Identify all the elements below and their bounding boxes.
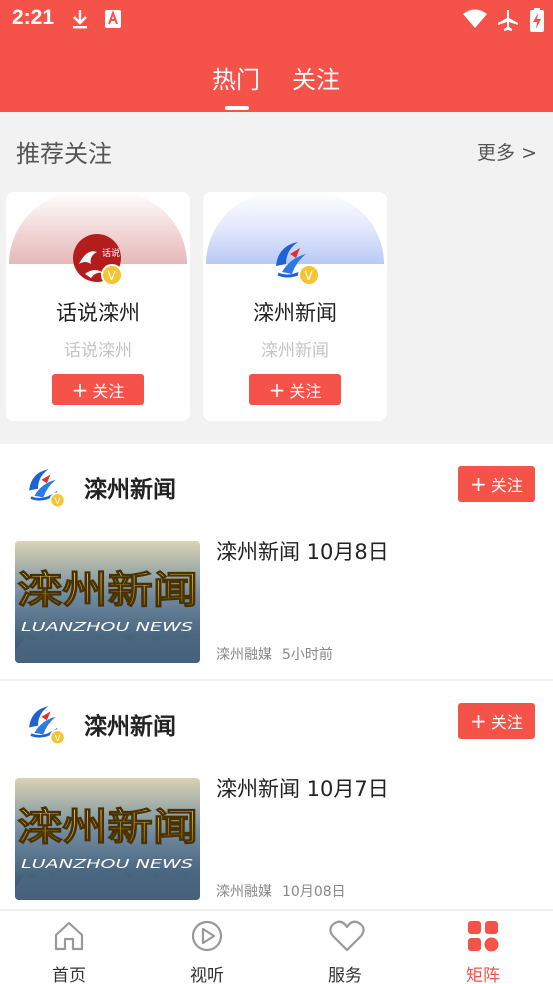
- airplane-icon: [498, 10, 518, 31]
- news-meta: 滦州融媒 5小时前: [216, 644, 333, 664]
- home-icon: [54, 921, 84, 951]
- svg-text:V: V: [108, 269, 117, 283]
- bottom-nav: 首页 视听 服务 矩阵: [0, 910, 553, 984]
- thumbnail-title: 滦州新闻: [17, 805, 198, 849]
- status-bar: 2:21: [0, 0, 553, 38]
- tab-hot[interactable]: 热门: [212, 60, 260, 95]
- svg-text:V: V: [305, 269, 314, 283]
- publish-time: 10月08日: [282, 884, 346, 900]
- recommend-title: 推荐关注: [16, 140, 112, 168]
- publisher-name: 滦州融媒: [216, 647, 272, 663]
- thumbnail-title: 滦州新闻: [17, 568, 198, 612]
- news-thumbnail[interactable]: 滦州新闻 LUANZHOU NEWS: [15, 778, 200, 900]
- logo-text: 话说: [102, 247, 120, 259]
- source-avatar-icon[interactable]: V: [22, 699, 70, 747]
- thumbnail-subtitle: LUANZHOU NEWS: [21, 620, 194, 634]
- news-title[interactable]: 滦州新闻 10月7日: [216, 773, 389, 803]
- status-time: 2:21: [12, 6, 55, 29]
- recommend-card[interactable]: V 滦州新闻 滦州新闻 + 关注: [203, 192, 387, 421]
- header-tabs: 热门 关注: [0, 56, 553, 112]
- recommend-card[interactable]: 话说 V 话说滦州 话说滦州 + 关注: [6, 192, 190, 421]
- nav-label: 服务: [328, 966, 362, 984]
- svg-text:V: V: [54, 734, 60, 744]
- follow-label: 关注: [490, 713, 523, 732]
- plus-icon: +: [470, 709, 487, 733]
- battery-charging-icon: [530, 8, 544, 32]
- publisher-name: 滦州融媒: [216, 884, 272, 900]
- plus-icon: +: [268, 377, 286, 402]
- svg-text:V: V: [54, 497, 60, 507]
- source-name[interactable]: 滦州新闻: [84, 707, 176, 741]
- plus-icon: +: [71, 377, 89, 402]
- active-tab-indicator: [225, 106, 249, 110]
- news-thumbnail[interactable]: 滦州新闻 LUANZHOU NEWS: [15, 541, 200, 663]
- nav-item-service[interactable]: 服务: [276, 911, 414, 984]
- card-name: 话说滦州: [56, 301, 140, 325]
- text-notification-icon: [105, 10, 121, 28]
- app-header: 2:21 热门 关注: [0, 0, 553, 112]
- download-icon: [73, 10, 87, 29]
- source-name[interactable]: 滦州新闻: [84, 470, 176, 504]
- tab-follow[interactable]: 关注: [292, 60, 340, 95]
- wifi-icon: [463, 9, 487, 28]
- news-title[interactable]: 滦州新闻 10月8日: [216, 536, 389, 566]
- follow-label: 关注: [289, 381, 322, 401]
- nav-label: 矩阵: [466, 966, 500, 984]
- feed-item[interactable]: V 滦州新闻 + 关注 滦州新闻 LUANZHOU NEWS 滦州新闻 10月7…: [0, 681, 553, 909]
- card-subtitle: 话说滦州: [64, 341, 132, 361]
- follow-label: 关注: [92, 381, 125, 401]
- follow-button[interactable]: + 关注: [458, 703, 535, 739]
- follow-button[interactable]: + 关注: [458, 466, 535, 502]
- thumbnail-subtitle: LUANZHOU NEWS: [21, 857, 194, 871]
- publish-time: 5小时前: [282, 647, 333, 663]
- heart-icon: [329, 920, 365, 952]
- huashuo-luanzhou-logo-icon: 话说 V: [73, 234, 123, 286]
- recommend-more-link[interactable]: 更多 >: [477, 138, 537, 165]
- follow-button[interactable]: + 关注: [52, 374, 144, 405]
- news-meta: 滦州融媒 10月08日: [216, 881, 346, 901]
- source-avatar-icon[interactable]: V: [22, 462, 70, 510]
- play-icon: [191, 920, 223, 952]
- nav-item-matrix[interactable]: 矩阵: [414, 911, 552, 984]
- matrix-icon: [468, 921, 499, 952]
- nav-label: 首页: [52, 966, 86, 984]
- plus-icon: +: [470, 472, 487, 496]
- nav-label: 视听: [190, 966, 224, 984]
- feed-item[interactable]: V 滦州新闻 + 关注 滦州新闻 LUANZHOU NEWS 滦州新闻 10月8…: [0, 444, 553, 679]
- follow-button[interactable]: + 关注: [249, 374, 341, 405]
- card-name: 滦州新闻: [253, 301, 337, 325]
- nav-item-home[interactable]: 首页: [0, 911, 138, 984]
- follow-label: 关注: [490, 476, 523, 495]
- nav-item-media[interactable]: 视听: [138, 911, 276, 984]
- luanzhou-news-logo-icon: V: [276, 242, 320, 286]
- card-subtitle: 滦州新闻: [261, 341, 329, 361]
